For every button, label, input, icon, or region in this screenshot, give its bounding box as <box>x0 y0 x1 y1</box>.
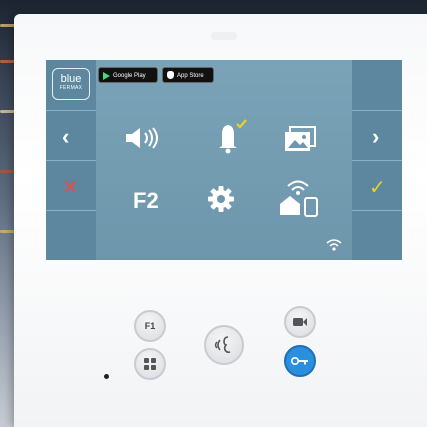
door-open-button[interactable] <box>284 345 316 377</box>
previous-arrow-button[interactable]: ‹ <box>62 126 69 148</box>
f1-label: F1 <box>144 321 156 331</box>
google-play-icon <box>103 72 110 80</box>
divider <box>46 160 96 161</box>
monitor-screen: blue FERMAX Google Play App Store ‹ › ✕ … <box>46 60 402 260</box>
brand-mark <box>211 32 237 40</box>
f1-button[interactable]: F1 <box>134 310 166 342</box>
talk-button[interactable] <box>204 325 244 365</box>
right-column <box>352 60 402 260</box>
volume-icon[interactable] <box>124 126 164 150</box>
next-arrow-button[interactable]: › <box>372 126 379 148</box>
app-store-label: App Store <box>177 73 204 79</box>
logo-sub: FERMAX <box>59 85 83 91</box>
gallery-icon[interactable] <box>284 126 316 152</box>
google-play-label: Google Play <box>113 73 146 79</box>
divider <box>46 210 96 211</box>
apple-icon <box>167 71 174 79</box>
home-wifi-mobile-icon[interactable] <box>278 178 322 218</box>
logo-text: blue <box>60 73 82 85</box>
blue-fermax-logo: blue FERMAX <box>52 68 90 100</box>
f2-function-button[interactable]: F2 <box>133 188 159 214</box>
microphone-hole <box>104 374 109 379</box>
grid-icon <box>144 358 156 370</box>
notification-bell-icon[interactable] <box>210 118 250 154</box>
main-panel <box>96 60 352 260</box>
key-icon <box>291 357 308 365</box>
cancel-button[interactable]: ✕ <box>62 175 79 200</box>
video-camera-icon <box>293 318 307 326</box>
divider <box>352 210 402 211</box>
app-store-badge[interactable]: App Store <box>162 67 214 83</box>
menu-grid-button[interactable] <box>134 348 166 380</box>
accept-button[interactable]: ✓ <box>369 175 386 200</box>
settings-gear-icon[interactable] <box>206 184 236 214</box>
divider <box>352 160 402 161</box>
divider <box>352 110 402 111</box>
divider <box>46 110 96 111</box>
wifi-status-icon <box>326 239 342 251</box>
talk-voice-icon <box>214 336 231 354</box>
camera-button[interactable] <box>284 306 316 338</box>
google-play-badge[interactable]: Google Play <box>98 67 158 83</box>
